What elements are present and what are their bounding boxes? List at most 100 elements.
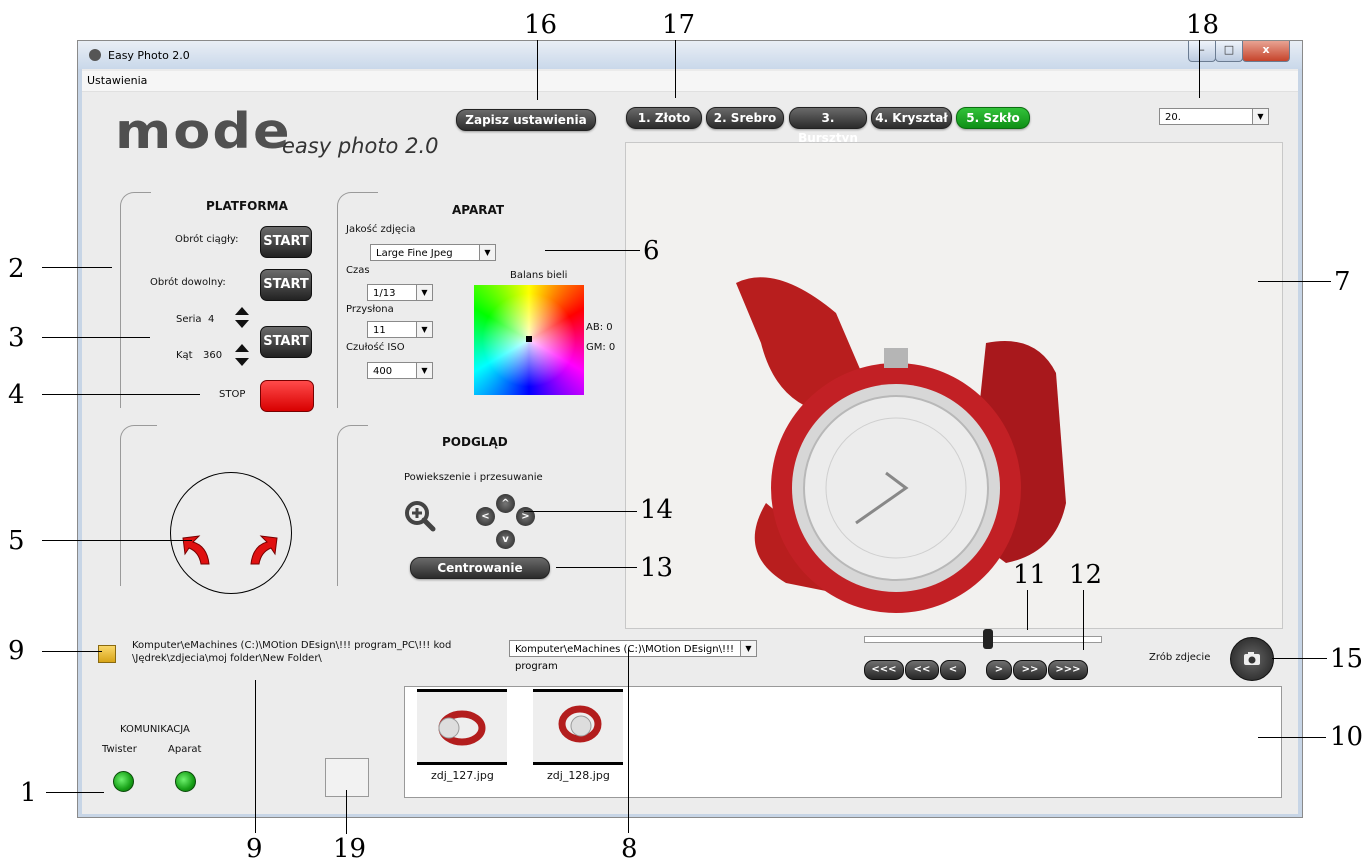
callout-14: 14 — [640, 495, 674, 525]
center-button[interactable]: Centrowanie — [410, 557, 550, 579]
callout-16: 16 — [524, 10, 558, 40]
menu-settings[interactable]: Ustawienia — [87, 74, 147, 87]
next-fast-button[interactable]: >> — [1013, 660, 1047, 680]
app-icon — [89, 49, 101, 61]
path-line-1: Komputer\eMachines (C:)\MOtion DEsign\!!… — [132, 640, 452, 651]
preview-bracket — [337, 425, 368, 586]
aperture-select[interactable]: 11 ▼ — [367, 321, 433, 338]
angle-up-icon[interactable] — [235, 344, 249, 352]
callout-15: 15 — [1330, 644, 1364, 674]
prev-fast-button[interactable]: << — [905, 660, 939, 680]
last-frame-button[interactable]: >>> — [1048, 660, 1088, 680]
thumbnail-watch — [558, 705, 602, 743]
gm-value: GM: 0 — [586, 342, 616, 353]
white-balance-marker[interactable] — [526, 336, 532, 342]
preset-select-value: 20. — [1165, 112, 1181, 123]
time-select[interactable]: 1/13 ▼ — [367, 284, 433, 301]
callout-19-line — [346, 790, 347, 834]
thumbnail-strip: zdj_127.jpg zdj_128.jpg — [404, 686, 1282, 798]
chevron-down-icon[interactable]: ▼ — [416, 363, 432, 378]
continuous-start-button[interactable]: START — [260, 226, 312, 258]
pan-left-button[interactable]: < — [476, 507, 495, 526]
time-select-value: 1/13 — [373, 288, 396, 299]
aperture-select-value: 11 — [373, 325, 386, 336]
callout-3-line — [42, 337, 150, 338]
chevron-down-icon[interactable]: ▼ — [740, 641, 756, 656]
quality-select[interactable]: Large Fine Jpeg ▼ — [370, 244, 496, 261]
thumbnail-image — [533, 689, 623, 765]
callout-9-bottom-line — [255, 680, 256, 833]
camera-status-led — [175, 771, 196, 792]
platform-title: PLATFORMA — [206, 199, 288, 213]
callout-4: 4 — [8, 380, 25, 410]
preset-select[interactable]: 20. ▼ — [1159, 108, 1269, 125]
prev-button[interactable]: < — [940, 660, 966, 680]
chevron-down-icon[interactable]: ▼ — [416, 285, 432, 300]
free-rotation-label: Obrót dowolny: — [150, 277, 226, 288]
next-button[interactable]: > — [986, 660, 1012, 680]
rotation-bracket — [120, 425, 157, 586]
callout-15-line — [1272, 658, 1327, 659]
series-value: 4 — [208, 314, 215, 325]
chevron-down-icon[interactable]: ▼ — [416, 322, 432, 337]
callout-8-line — [628, 648, 629, 833]
capture-button[interactable] — [1230, 637, 1274, 681]
pan-down-button[interactable]: v — [496, 530, 515, 549]
pan-up-button[interactable]: ^ — [496, 494, 515, 513]
callout-11: 11 — [1013, 560, 1047, 590]
rotate-left-icon[interactable] — [179, 532, 219, 568]
pan-right-button[interactable]: > — [516, 507, 535, 526]
chevron-down-icon[interactable]: ▼ — [1252, 109, 1268, 124]
continuous-rotation-label: Obrót ciągły: — [175, 234, 239, 245]
thumbnail-watch — [438, 710, 486, 746]
white-balance-label: Balans bieli — [510, 270, 568, 281]
maximize-button[interactable]: □ — [1215, 41, 1243, 62]
callout-1: 1 — [20, 778, 37, 808]
stop-button[interactable] — [260, 380, 314, 412]
rotate-right-icon[interactable] — [241, 532, 281, 568]
quality-label: Jakość zdjęcia — [346, 224, 416, 235]
callout-7: 7 — [1334, 267, 1351, 297]
image-preview[interactable] — [625, 142, 1283, 629]
thumbnail-item[interactable]: zdj_128.jpg — [533, 689, 623, 787]
angle-down-icon[interactable] — [235, 358, 249, 366]
callout-3: 3 — [8, 323, 25, 353]
blank-button[interactable] — [325, 758, 369, 797]
callout-16-line — [537, 40, 538, 100]
minimize-button[interactable]: – — [1188, 41, 1216, 62]
twister-status-led — [113, 771, 134, 792]
logo-subtitle: easy photo 2.0 — [282, 134, 439, 158]
client-area: mode easy photo 2.0 Zapisz ustawienia 1.… — [82, 92, 1298, 814]
frame-slider[interactable] — [864, 629, 1102, 649]
path-select[interactable]: Komputer\eMachines (C:)\MOtion DEsign\!!… — [509, 640, 757, 672]
callout-12-line — [1083, 590, 1084, 650]
preset-gold-button[interactable]: 1. Złoto — [626, 107, 702, 129]
communication-title: KOMUNIKACJA — [120, 724, 190, 735]
zoom-in-icon[interactable] — [404, 500, 436, 532]
callout-10: 10 — [1330, 722, 1364, 752]
callout-8: 8 — [621, 834, 638, 864]
callout-12: 12 — [1069, 560, 1103, 590]
preset-crystal-button[interactable]: 4. Kryształ — [871, 107, 952, 129]
menu-bar: Ustawienia — [82, 71, 1298, 92]
callout-6-line — [545, 250, 640, 251]
series-start-button[interactable]: START — [260, 326, 312, 358]
preset-silver-button[interactable]: 2. Srebro — [706, 107, 784, 129]
chevron-down-icon[interactable]: ▼ — [479, 245, 495, 260]
close-button[interactable]: x — [1242, 41, 1290, 62]
callout-7-line — [1258, 281, 1331, 282]
free-start-button[interactable]: START — [260, 269, 312, 301]
series-down-icon[interactable] — [235, 320, 249, 328]
camera-status-label: Aparat — [168, 744, 202, 755]
folder-icon[interactable] — [98, 645, 116, 663]
first-frame-button[interactable]: <<< — [864, 660, 904, 680]
iso-select[interactable]: 400 ▼ — [367, 362, 433, 379]
save-settings-button[interactable]: Zapisz ustawienia — [456, 109, 596, 131]
slider-thumb[interactable] — [983, 629, 993, 649]
preset-amber-button[interactable]: 3. Bursztyn — [789, 107, 867, 145]
capture-label: Zrób zdjecie — [1149, 652, 1211, 663]
series-up-icon[interactable] — [235, 307, 249, 315]
preset-glass-button[interactable]: 5. Szkło — [956, 107, 1030, 129]
white-balance-picker[interactable] — [474, 285, 584, 395]
thumbnail-item[interactable]: zdj_127.jpg — [417, 689, 507, 787]
